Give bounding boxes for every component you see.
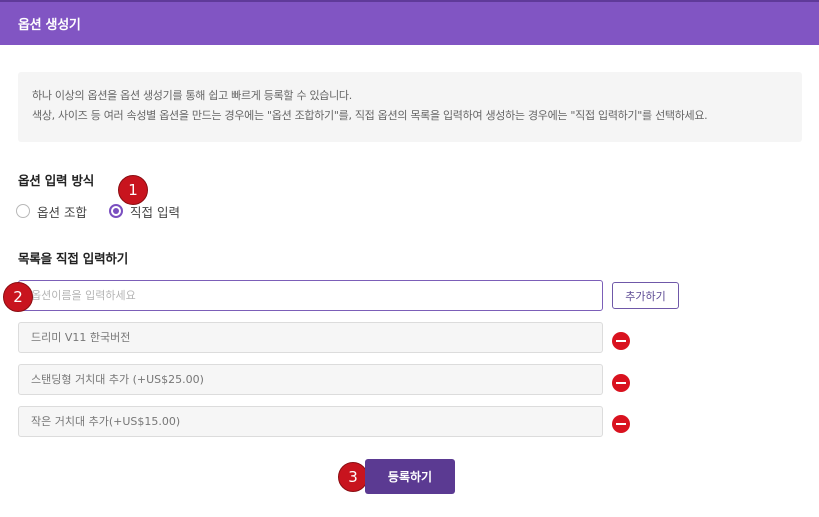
radio-checked-icon[interactable]	[108, 204, 123, 218]
info-notice: 하나 이상의 옵션을 옵션 생성기를 통해 쉽고 빠르게 등록할 수 있습니다.…	[18, 72, 802, 142]
register-button[interactable]: 등록하기	[365, 459, 455, 494]
radio-combine[interactable]: 옵션 조합	[16, 202, 87, 221]
option-item: 드리미 V11 한국버전	[18, 322, 603, 353]
step-badge-1: 1	[118, 175, 148, 205]
generator-header: 옵션 생성기	[0, 0, 819, 45]
option-item: 작은 거치대 추가(+US$15.00)	[18, 406, 603, 437]
step-badge-2: 2	[3, 282, 33, 312]
direct-input-title: 목록을 직접 입력하기	[18, 251, 129, 266]
add-option-button[interactable]: 추가하기	[612, 282, 679, 309]
minus-circle-icon[interactable]	[612, 415, 630, 433]
minus-circle-icon[interactable]	[612, 374, 630, 392]
minus-circle-icon[interactable]	[612, 332, 630, 350]
option-name-input[interactable]	[18, 280, 603, 311]
input-method-title: 옵션 입력 방식	[18, 173, 95, 188]
radio-direct[interactable]: 직접 입력	[108, 202, 180, 221]
option-item: 스탠딩형 거치대 추가 (+US$25.00)	[18, 364, 603, 395]
page-title: 옵션 생성기	[18, 18, 81, 33]
radio-direct-label: 직접 입력	[129, 204, 180, 220]
radio-combine-label: 옵션 조합	[37, 204, 87, 220]
notice-line-2: 색상, 사이즈 등 여러 속성별 옵션을 만드는 경우에는 "옵션 조합하기"를…	[32, 109, 708, 122]
radio-unchecked-icon[interactable]	[16, 204, 30, 218]
input-method-radio-group: 옵션 조합 직접 입력	[16, 202, 202, 220]
step-badge-3: 3	[338, 462, 368, 492]
notice-line-1: 하나 이상의 옵션을 옵션 생성기를 통해 쉽고 빠르게 등록할 수 있습니다.	[32, 89, 352, 102]
